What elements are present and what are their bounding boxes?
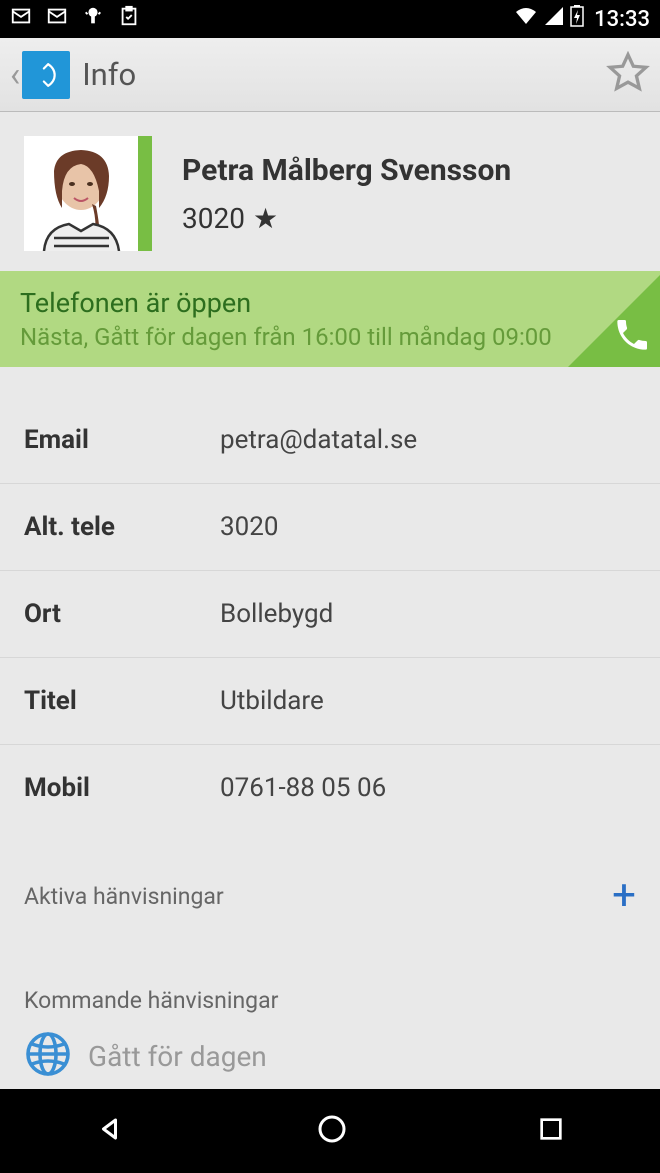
android-nav-bar [0,1089,660,1173]
debug-icon [82,5,104,33]
assignment-icon [118,5,140,33]
contact-name: Petra Målberg Svensson [182,153,511,188]
presence-status-text: Telefonen är öppen [20,287,640,319]
signal-icon [544,6,564,32]
detail-row-email[interactable]: Email petra@datatal.se [0,397,660,484]
android-status-bar: 13:33 [0,0,660,38]
nav-home-button[interactable] [314,1111,350,1151]
star-icon: ★ [253,202,278,235]
globe-icon [24,1030,88,1082]
detail-row-alt-tele[interactable]: Alt. tele 3020 [0,484,660,571]
active-referrals-header: Aktiva hänvisningar + [0,831,660,927]
nav-back-button[interactable] [93,1111,129,1151]
presence-banner[interactable]: Telefonen är öppen Nästa, Gått för dagen… [0,271,660,367]
contact-details: Email petra@datatal.se Alt. tele 3020 Or… [0,367,660,831]
avatar [24,136,139,251]
page-title: Info [82,56,136,93]
section-title: Aktiva hänvisningar [24,883,224,910]
upcoming-referrals-header: Kommande hänvisningar [0,927,660,1020]
upcoming-item-label: Gått för dagen [88,1040,267,1073]
clock-text: 13:33 [594,7,650,32]
favorite-button[interactable] [606,51,650,99]
add-referral-button[interactable]: + [612,875,636,917]
notification-icon [10,5,32,33]
action-bar: ‹ Info [0,38,660,112]
profile-header: Petra Målberg Svensson 3020 ★ [0,112,660,271]
section-title: Kommande hänvisningar [24,987,278,1014]
contact-extension: 3020 ★ [182,202,511,235]
battery-icon [570,5,584,33]
back-icon[interactable]: ‹ [10,55,20,95]
upcoming-item[interactable]: Gått för dagen [0,1020,660,1092]
call-button[interactable] [612,315,652,359]
detail-row-ort[interactable]: Ort Bollebygd [0,571,660,658]
detail-row-titel[interactable]: Titel Utbildare [0,658,660,745]
wifi-icon [514,6,538,32]
notification-icon [46,5,68,33]
presence-next-text: Nästa, Gått för dagen från 16:00 till må… [20,323,640,351]
presence-stripe [138,136,152,251]
nav-recent-button[interactable] [535,1113,567,1149]
detail-row-mobil[interactable]: Mobil 0761-88 05 06 [0,745,660,831]
app-icon[interactable] [22,51,70,99]
